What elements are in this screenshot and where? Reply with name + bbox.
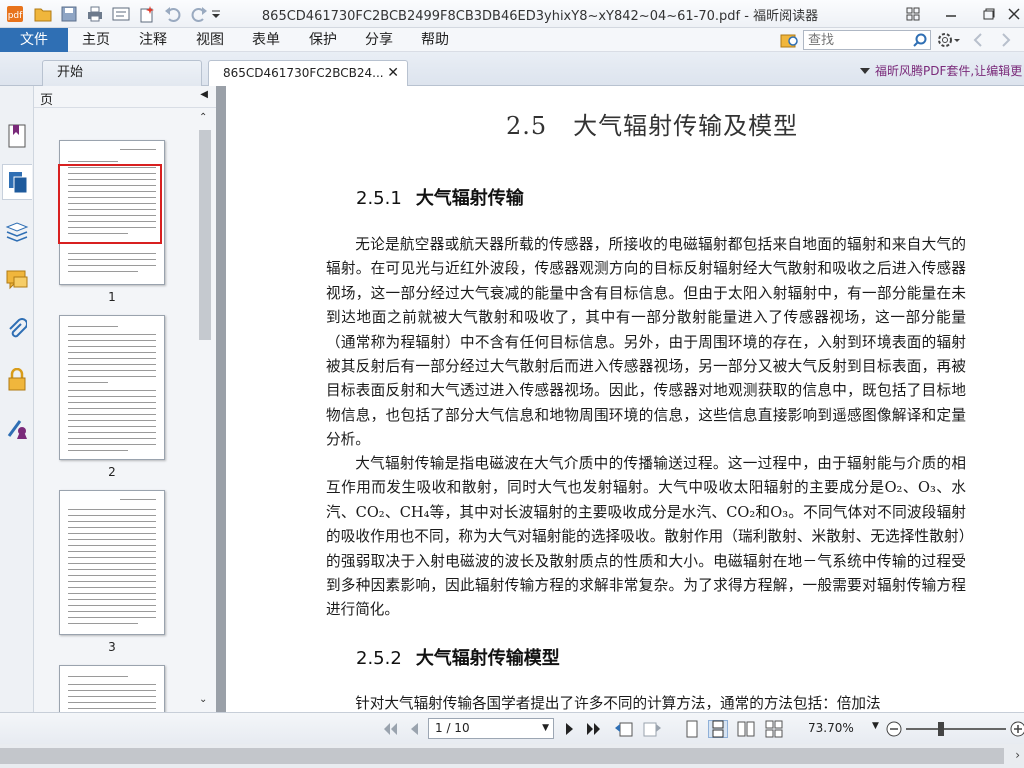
page-thumbnails-icon[interactable] bbox=[2, 164, 32, 200]
first-page-icon[interactable] bbox=[380, 720, 400, 738]
search-icon[interactable] bbox=[913, 33, 927, 51]
subsection-title: 大气辐射传输 bbox=[415, 188, 524, 209]
zoom-level[interactable]: 73.70% bbox=[808, 721, 854, 735]
next-view-icon[interactable] bbox=[642, 720, 662, 738]
previous-page-icon[interactable] bbox=[404, 720, 424, 738]
nav-forward-icon[interactable] bbox=[1000, 33, 1012, 51]
tab-home[interactable]: 开始 bbox=[42, 60, 202, 86]
menu-share[interactable]: 分享 bbox=[365, 28, 393, 52]
promo-link[interactable]: 福昕风腾PDF套件,让编辑更 bbox=[875, 62, 1022, 79]
previous-view-icon[interactable] bbox=[614, 720, 634, 738]
thumbnail-viewport-frame[interactable] bbox=[58, 164, 162, 244]
zoom-slider-handle[interactable] bbox=[938, 722, 944, 736]
tab-document-label: 865CD461730FC2BCB24... bbox=[223, 66, 384, 80]
scroll-right-icon[interactable]: › bbox=[1015, 748, 1020, 762]
next-page-icon[interactable] bbox=[560, 720, 580, 738]
paragraph-2: 大气辐射传输是指电磁波在大气介质中的传播输送过程。这一过程中，由于辐射能与介质的… bbox=[326, 455, 966, 619]
page-thumbnail-label: 1 bbox=[108, 290, 116, 304]
menu-bar: 文件 主页 注释 视图 表单 保护 分享 帮助 bbox=[0, 28, 1024, 52]
nav-back-icon[interactable] bbox=[972, 33, 984, 51]
zoom-in-icon[interactable] bbox=[1010, 721, 1024, 741]
facing-pages-view-icon[interactable] bbox=[736, 720, 756, 738]
subsection-heading-1: 2.5.1 大气辐射传输 bbox=[356, 184, 524, 210]
page-dropdown-icon[interactable]: ▼ bbox=[542, 719, 549, 738]
page-thumbnail-label: 3 bbox=[108, 640, 116, 654]
section-title: 大气辐射传输及模型 bbox=[573, 112, 799, 140]
pdf-page: 2.5 大气辐射传输及模型 2.5.1 大气辐射传输 无论是航空器或航天器所载的传感… bbox=[226, 86, 1024, 712]
collapse-panel-icon[interactable]: ◀ bbox=[200, 89, 208, 100]
zoom-slider-track[interactable] bbox=[906, 728, 1006, 730]
app-logo-icon: pdf bbox=[4, 3, 26, 25]
svg-text:pdf: pdf bbox=[8, 11, 23, 21]
menu-protect[interactable]: 保护 bbox=[309, 28, 337, 52]
subsection-number: 2.5.2 bbox=[356, 648, 402, 669]
paragraph-1: 无论是航空器或航天器所载的传感器，所接收的电磁辐射都包括来自地面的辐射和来自大气… bbox=[326, 236, 966, 449]
signature-icon[interactable] bbox=[2, 410, 32, 446]
properties-icon[interactable] bbox=[110, 3, 132, 25]
menu-home[interactable]: 主页 bbox=[82, 28, 110, 52]
section-heading: 2.5 大气辐射传输及模型 bbox=[506, 106, 798, 141]
thumbnail-scroll-thumb[interactable] bbox=[199, 130, 211, 340]
subsection-number: 2.5.1 bbox=[356, 188, 402, 209]
window-title: 865CD461730FC2BCB2499F8CB3DB46ED3yhixY8~… bbox=[261, 9, 819, 24]
find-tool-icon[interactable] bbox=[780, 31, 800, 53]
print-icon[interactable] bbox=[84, 3, 106, 25]
paragraph-3: 针对大气辐射传输各国学者提出了许多不同的计算方法，通常的方法包括：倍加法 bbox=[355, 695, 881, 712]
search-input[interactable] bbox=[808, 32, 908, 48]
thumbnail-panel: 页 ◀ 1 2 3 ⌃ ⌄ bbox=[34, 86, 216, 725]
bookmarks-icon[interactable] bbox=[2, 118, 32, 154]
close-tab-icon[interactable]: ✕ bbox=[387, 61, 399, 85]
single-page-view-icon[interactable] bbox=[682, 720, 702, 738]
section-number: 2.5 bbox=[506, 112, 548, 140]
settings-gear-icon[interactable] bbox=[936, 31, 960, 53]
page-number-value: 1 / 10 bbox=[435, 721, 470, 735]
panel-header: 页 ◀ bbox=[34, 86, 216, 108]
menu-view[interactable]: 视图 bbox=[196, 28, 224, 52]
undo-icon[interactable] bbox=[162, 3, 184, 25]
thumbnail-scrollbar[interactable]: ⌃ ⌄ bbox=[196, 108, 212, 712]
tab-home-label: 开始 bbox=[57, 65, 84, 80]
horizontal-scrollbar[interactable]: › bbox=[0, 744, 1024, 768]
document-canvas[interactable]: 2.5 大气辐射传输及模型 2.5.1 大气辐射传输 无论是航空器或航天器所载的传感… bbox=[216, 86, 1024, 712]
scroll-up-icon[interactable]: ⌃ bbox=[199, 112, 207, 123]
menu-file[interactable]: 文件 bbox=[0, 28, 68, 52]
continuous-facing-view-icon[interactable] bbox=[764, 720, 784, 738]
search-box[interactable] bbox=[803, 30, 931, 50]
menu-help[interactable]: 帮助 bbox=[421, 28, 449, 52]
menu-comment[interactable]: 注释 bbox=[139, 28, 167, 52]
menu-form[interactable]: 表单 bbox=[252, 28, 280, 52]
title-bar: pdf 865CD461730FC2BCB2499F8CB3DB46ED3yhi… bbox=[0, 0, 1024, 28]
redo-icon[interactable] bbox=[188, 3, 210, 25]
zoom-dropdown-icon[interactable]: ▼ bbox=[872, 721, 879, 731]
comments-icon[interactable] bbox=[2, 262, 32, 298]
scroll-down-icon[interactable]: ⌄ bbox=[199, 694, 207, 705]
page-number-field[interactable]: 1 / 10 ▼ bbox=[428, 718, 554, 739]
last-page-icon[interactable] bbox=[584, 720, 604, 738]
subsection-heading-2: 2.5.2 大气辐射传输模型 bbox=[356, 644, 560, 670]
page-thumbnail-label: 2 bbox=[108, 465, 116, 479]
new-document-icon[interactable] bbox=[136, 3, 158, 25]
layout-grid-icon[interactable] bbox=[896, 2, 930, 26]
attachments-icon[interactable] bbox=[2, 312, 32, 348]
minimize-button[interactable] bbox=[934, 2, 968, 26]
page-navigation-bar: 1 / 10 ▼ 73.70% ▼ bbox=[0, 712, 1024, 744]
customize-toolbar-icon[interactable] bbox=[210, 3, 222, 25]
promo-dropdown-icon[interactable] bbox=[860, 64, 870, 79]
subsection-title: 大气辐射传输模型 bbox=[415, 648, 560, 669]
navigation-rail bbox=[0, 86, 34, 712]
close-window-button[interactable] bbox=[1004, 2, 1024, 26]
page-thumbnail-3[interactable] bbox=[59, 490, 165, 635]
tab-document[interactable]: 865CD461730FC2BCB24... ✕ bbox=[208, 60, 408, 86]
restore-button[interactable] bbox=[972, 2, 1006, 26]
tab-bar: 开始 865CD461730FC2BCB24... ✕ 福昕风腾PDF套件,让编… bbox=[0, 52, 1024, 86]
zoom-out-icon[interactable] bbox=[886, 721, 902, 741]
security-lock-icon[interactable] bbox=[2, 362, 32, 398]
page-thumbnail-2[interactable] bbox=[59, 315, 165, 460]
panel-title: 页 bbox=[40, 93, 54, 108]
continuous-view-icon[interactable] bbox=[708, 720, 728, 738]
open-folder-icon[interactable] bbox=[32, 3, 54, 25]
save-icon[interactable] bbox=[58, 3, 80, 25]
horizontal-scroll-thumb[interactable] bbox=[0, 748, 1004, 764]
layers-icon[interactable] bbox=[2, 214, 32, 250]
